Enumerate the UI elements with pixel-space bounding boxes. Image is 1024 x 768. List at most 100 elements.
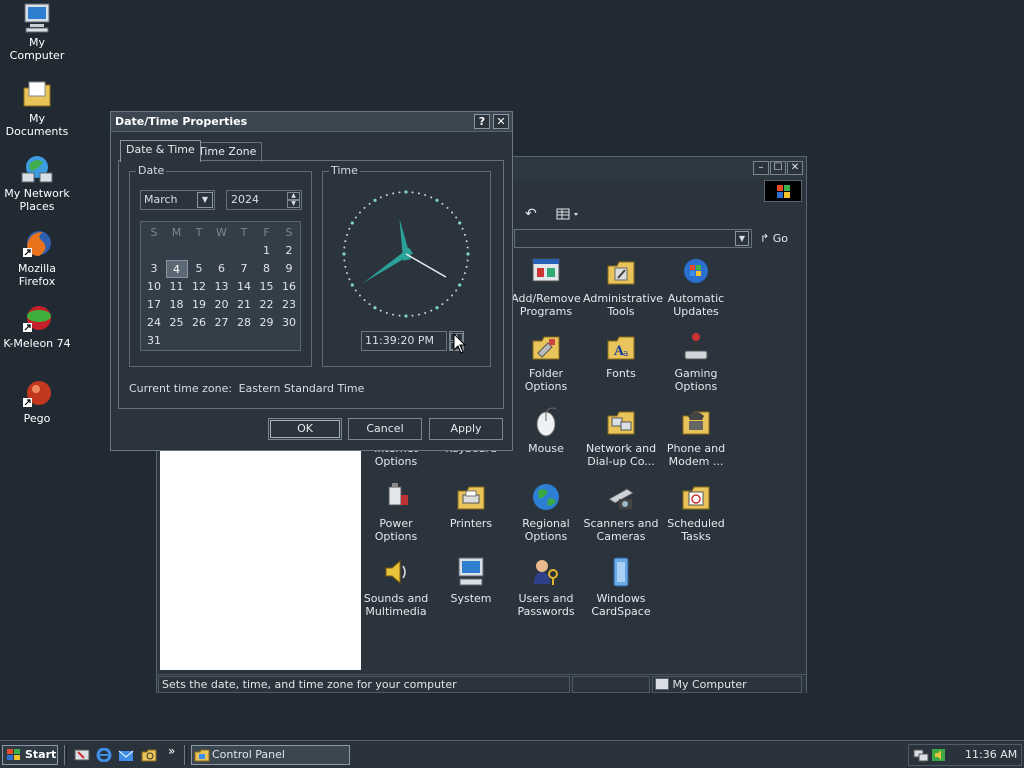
calendar-day[interactable]: 12 [188,278,210,296]
cp-item-network-dialup[interactable]: Network and Dial-up Co... [583,406,659,468]
status-empty-cell [572,676,650,693]
calendar-day[interactable]: 8 [256,260,278,278]
calendar-day[interactable]: 10 [143,278,165,296]
calendar-day[interactable]: 5 [188,260,210,278]
calendar-day[interactable]: 17 [143,296,165,314]
undo-icon[interactable]: ↶ [525,205,543,223]
close-button[interactable]: ✕ [493,114,509,129]
calendar-day[interactable]: 20 [211,296,233,314]
cp-item-add-remove-programs[interactable]: Add/Remove Programs [508,256,584,318]
cp-item-phone-modem[interactable]: Phone and Modem ... [658,406,734,468]
cp-item-scanners-cameras[interactable]: Scanners and Cameras [583,481,659,543]
calendar-grid[interactable]: S M T W T F S 1 2 3 4 5 6 7 8 9 10 11 12 13 14 15 16 17 18 19 20 21… [140,221,301,351]
go-button[interactable]: ↱ Go [760,230,800,248]
start-button[interactable]: Start [2,745,58,765]
cp-item-mouse[interactable]: Mouse [508,406,584,455]
minimize-button[interactable]: – [753,161,769,175]
calendar-day[interactable]: 16 [278,278,300,296]
automatic-updates-icon [680,256,712,288]
calendar-day[interactable]: 14 [233,278,255,296]
internet-explorer-icon[interactable] [96,748,112,762]
calendar-day[interactable]: 18 [166,296,188,314]
cp-item-sounds-multimedia[interactable]: Sounds and Multimedia [358,556,434,618]
desktop-icon-my-computer[interactable]: My Computer [0,2,74,62]
administrative-tools-icon [605,256,637,288]
year-down-arrow-icon[interactable]: ▼ [287,200,300,208]
calendar-day[interactable]: 11 [166,278,188,296]
calendar-day[interactable]: 15 [256,278,278,296]
address-dropdown-arrow[interactable]: ▼ [735,231,749,246]
cp-item-automatic-updates[interactable]: Automatic Updates [658,256,734,318]
svg-text:a: a [623,349,629,359]
cp-item-scheduled-tasks[interactable]: Scheduled Tasks [658,481,734,543]
cp-item-system[interactable]: System [433,556,509,605]
address-field[interactable]: ▼ [514,229,752,248]
views-button[interactable] [555,205,583,223]
calendar-day[interactable]: 7 [233,260,255,278]
calendar-day-selected[interactable]: 4 [165,260,188,278]
cp-item-windows-cardspace[interactable]: Windows CardSpace [583,556,659,618]
desktop-icon-k-meleon[interactable]: K-Meleon 74 [0,303,74,350]
year-spinner[interactable]: 2024 ▲ ▼ [226,190,302,210]
volume-tray-icon[interactable] [931,747,947,763]
close-button[interactable]: ✕ [787,161,803,175]
calendar-day[interactable]: 31 [143,332,165,350]
calendar-day[interactable]: 6 [211,260,233,278]
tab-time-zone[interactable]: Time Zone [192,142,263,162]
calendar-day[interactable]: 1 [256,242,278,260]
desktop-icon-mozilla-firefox[interactable]: Mozilla Firefox [0,228,74,288]
cp-item-regional-options[interactable]: Regional Options [508,481,584,543]
ok-button[interactable]: OK [268,418,342,440]
control-panel-left-pane [160,450,361,670]
calendar-day[interactable]: 19 [188,296,210,314]
desktop-icon-my-documents[interactable]: My Documents [0,78,74,138]
calendar-day[interactable]: 23 [278,296,300,314]
clock-tick [348,227,351,230]
cp-item-users-passwords[interactable]: Users and Passwords [508,556,584,618]
tab-date-time[interactable]: Date & Time [120,140,201,162]
calendar-day[interactable]: 13 [211,278,233,296]
calendar-day[interactable]: 24 [143,314,165,332]
calendar-day[interactable]: 9 [278,260,300,278]
cp-item-administrative-tools[interactable]: Administrative Tools [583,256,663,318]
outlook-express-icon[interactable] [118,748,134,762]
maximize-button[interactable]: ☐ [770,161,786,175]
network-tray-icon[interactable] [913,747,929,763]
tray-clock[interactable]: 11:36 AM [965,745,1017,765]
calendar-day[interactable]: 28 [233,314,255,332]
desktop-icon-pego[interactable]: Pego [0,378,74,425]
show-desktop-icon[interactable] [74,748,90,762]
calendar-day[interactable]: 26 [188,314,210,332]
calendar-day[interactable]: 2 [278,242,300,260]
calendar-day[interactable]: 21 [233,296,255,314]
chevron-down-icon[interactable]: ▼ [197,192,213,208]
calendar-day[interactable]: 3 [143,260,165,278]
help-button[interactable]: ? [474,114,490,129]
phone-modem-icon [680,406,712,438]
cp-item-printers[interactable]: Printers [433,481,509,530]
cp-item-gaming-options[interactable]: Gaming Options [658,331,734,393]
clock-tick [465,240,468,243]
month-select[interactable]: March ▼ [140,190,215,210]
explorer-icon[interactable] [141,748,157,762]
status-location: My Computer [652,676,802,693]
calendar-day[interactable]: 27 [211,314,233,332]
cp-item-power-options[interactable]: Power Options [358,481,434,543]
time-input[interactable]: 11:39:20 PM [361,331,447,351]
cancel-button[interactable]: Cancel [348,418,422,440]
calendar-day[interactable]: 25 [166,314,188,332]
calendar-day[interactable]: 22 [256,296,278,314]
cp-item-fonts[interactable]: Aa Fonts [583,331,659,380]
clock-tick [379,196,382,199]
cp-item-folder-options[interactable]: Folder Options [508,331,584,393]
year-up-arrow-icon[interactable]: ▲ [287,192,300,200]
apply-button[interactable]: Apply [429,418,503,440]
calendar-day[interactable]: 30 [278,314,300,332]
quick-launch-more-icon[interactable]: » [168,744,175,758]
clock-tick [411,191,414,194]
taskbar-item-control-panel[interactable]: Control Panel [191,745,350,765]
clock-tick [358,211,361,214]
calendar-day[interactable]: 29 [256,314,278,332]
desktop-icon-my-network-places[interactable]: My Network Places [0,153,74,213]
dialog-titlebar[interactable]: Date/Time Properties ? ✕ [111,112,512,132]
